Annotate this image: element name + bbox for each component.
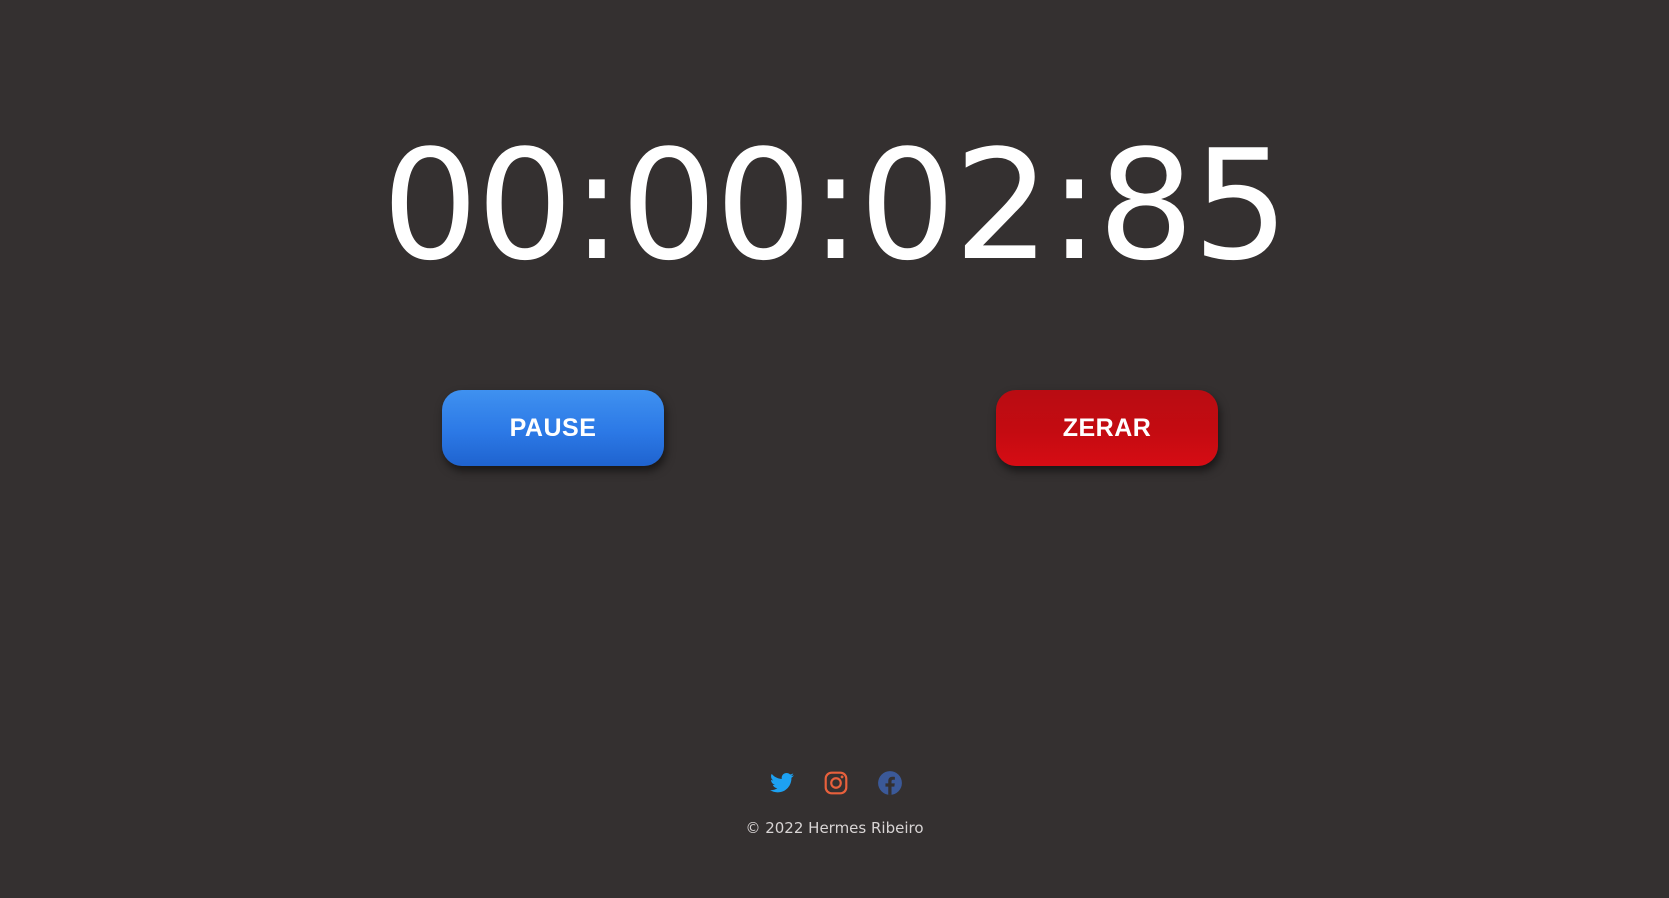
instagram-icon bbox=[824, 771, 847, 795]
timer-display: 00:00:02:85 bbox=[381, 117, 1289, 294]
facebook-icon bbox=[877, 771, 902, 795]
instagram-link[interactable] bbox=[823, 770, 849, 796]
pause-button[interactable]: PAUSE bbox=[442, 390, 664, 466]
stopwatch-page: 00:00:02:85 PAUSE ZERAR © 2022 Hermes Ri… bbox=[0, 0, 1669, 898]
twitter-link[interactable] bbox=[769, 770, 795, 796]
reset-button[interactable]: ZERAR bbox=[996, 390, 1218, 466]
twitter-icon bbox=[769, 773, 794, 793]
facebook-link[interactable] bbox=[877, 770, 903, 796]
social-links bbox=[0, 770, 1669, 796]
copyright-text: © 2022 Hermes Ribeiro bbox=[745, 819, 924, 837]
